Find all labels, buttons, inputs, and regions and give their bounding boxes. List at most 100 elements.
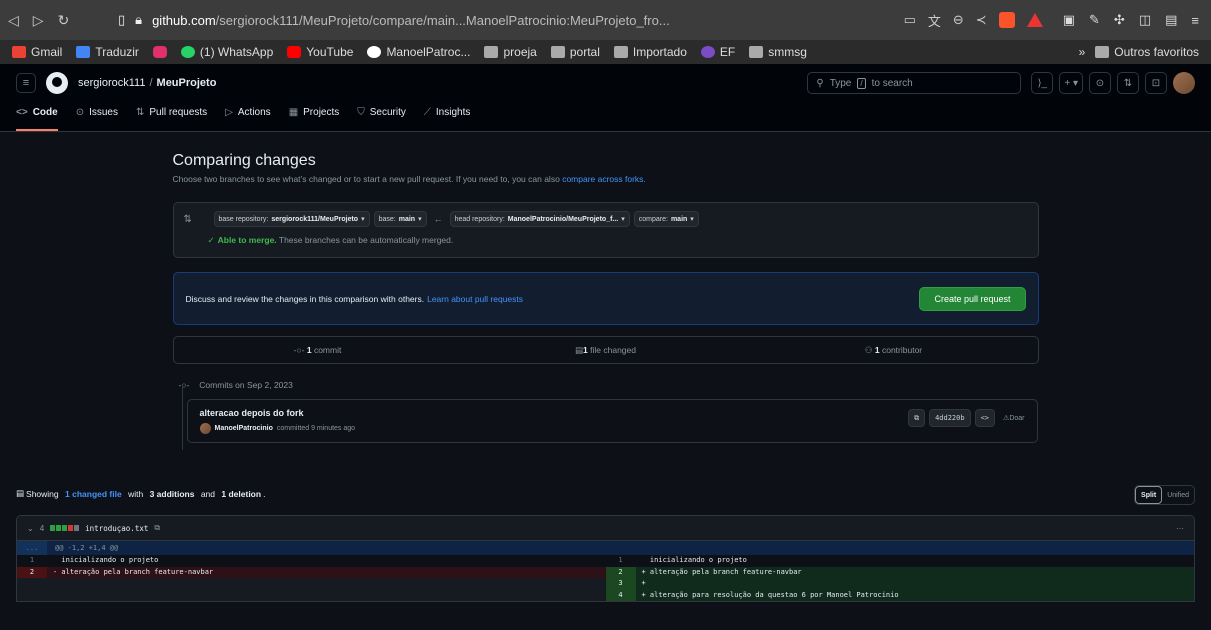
tab-pull-requests[interactable]: ⇅ Pull requests [136, 101, 207, 131]
compare-branch-select[interactable]: compare: main ▾ [633, 211, 699, 227]
doar-button[interactable]: ⚠Doar [1003, 414, 1024, 422]
tab-security[interactable]: ⛉ Security [357, 101, 406, 131]
wallet-icon[interactable]: ▤ [1165, 12, 1177, 28]
file-options-button[interactable]: ··· [1176, 524, 1184, 533]
bookmark-gmail[interactable]: Gmail [12, 45, 62, 59]
url-text[interactable]: github.com/sergiorock111/MeuProjeto/comp… [152, 13, 670, 28]
bookmark-instagram[interactable] [152, 46, 167, 58]
bookmark-whatsapp[interactable]: (1) WhatsApp [180, 45, 273, 59]
changed-files-link[interactable]: 1 changed file [65, 489, 122, 499]
line-number[interactable]: 2 [17, 566, 47, 578]
head-repository-select[interactable]: head repository: ManoelPatrocinio/MeuProj… [449, 211, 630, 227]
inbox-button[interactable]: ⊡ [1145, 72, 1167, 94]
tab-insights[interactable]: ⟋ Insights [424, 101, 470, 131]
bookmark-portal[interactable]: portal [550, 45, 600, 59]
bookmark-youtube[interactable]: YouTube [287, 45, 353, 59]
chevron-down-icon[interactable]: ⌄ [27, 524, 34, 533]
code-line: + alteração pela branch feature-navbar [641, 567, 802, 576]
address-bar[interactable]: ▯ 🔒︎ github.com/sergiorock111/MeuProjeto… [108, 6, 1053, 34]
base-branch-select[interactable]: base: main ▾ [373, 211, 427, 227]
create-new-button[interactable]: + ▾ [1059, 72, 1083, 94]
line-number[interactable]: 1 [17, 555, 47, 567]
forward-icon[interactable]: ▷ [33, 12, 44, 29]
folder-icon [484, 46, 499, 58]
commit-title-link[interactable]: alteracao depois do fork [200, 408, 1025, 418]
files-stat[interactable]: ▤1 file changed [462, 345, 750, 356]
compare-across-forks-link[interactable]: compare across forks. [562, 174, 646, 184]
line-number[interactable]: 4 [605, 589, 636, 601]
brave-rewards-icon[interactable] [1026, 13, 1043, 27]
bookmark-github[interactable]: ManoelPatroc... [367, 45, 470, 59]
reload-icon[interactable]: ↻ [58, 12, 70, 29]
learn-pull-requests-link[interactable]: Learn about pull requests [427, 294, 523, 304]
tab-label: Projects [303, 106, 340, 118]
issue-icon: ⊙ [1095, 77, 1105, 89]
cast-icon[interactable]: ▭ [904, 12, 916, 28]
line-number[interactable]: 1 [606, 555, 636, 567]
bookmarks-right: » Outros favoritos [1079, 45, 1199, 59]
repo-owner-link[interactable]: sergiorock111 [78, 77, 145, 89]
other-bookmarks[interactable]: Outros favoritos [1095, 45, 1199, 59]
unified-view-button[interactable]: Unified [1162, 486, 1194, 504]
translate-extension-icon[interactable]: ▣ [1063, 12, 1075, 28]
bookmark-importado[interactable]: Importado [613, 45, 687, 59]
bookmark-label: portal [569, 45, 600, 59]
back-icon[interactable]: ◁ [8, 12, 19, 29]
bookmark-ef[interactable]: EF [700, 45, 735, 59]
commit-sha-link[interactable]: 4dd220b [929, 409, 971, 427]
bookmark-smmsg[interactable]: smmsg [749, 45, 807, 59]
commit-time: committed 9 minutes ago [276, 425, 356, 432]
bookmark-icon[interactable]: ▯ [118, 12, 125, 28]
translate-icon[interactable]: 文 [928, 11, 941, 30]
line-number[interactable]: 3 [605, 578, 636, 590]
line-number[interactable] [17, 590, 47, 602]
pull-request-icon: ⇅ [135, 106, 145, 118]
line-number[interactable] [17, 578, 47, 590]
hunk-text: @@ -1,2 +1,4 @@ [55, 544, 119, 552]
tab-actions[interactable]: ▷ Actions [225, 101, 271, 131]
tab-issues[interactable]: ⊙ Issues [76, 101, 118, 131]
create-pull-request-button[interactable]: Create pull request [919, 286, 1026, 311]
line-number[interactable]: 2 [605, 566, 636, 578]
tab-code[interactable]: <> Code [16, 101, 58, 131]
bookmarks-overflow-button[interactable]: » [1079, 45, 1086, 59]
tab-projects[interactable]: ▦ Projects [289, 101, 340, 131]
diff-view-toggle: Split Unified [1134, 485, 1195, 505]
copy-sha-button[interactable]: ⧉ [908, 409, 926, 427]
contributors-stat[interactable]: ⚇ 1 contributor [750, 345, 1038, 356]
hamburger-menu-button[interactable]: ≡ [16, 73, 36, 93]
repo-name-link[interactable]: MeuProjeto [157, 77, 217, 89]
gmail-icon [12, 46, 26, 58]
copy-icon[interactable]: ⧉ [154, 523, 160, 533]
github-logo-icon[interactable] [46, 72, 68, 94]
browser-toolbar: ◁ ▷ ↻ ▯ 🔒︎ github.com/sergiorock111/MeuP… [0, 0, 1211, 40]
file-diff-icon: ▤ [575, 344, 584, 355]
page-subtitle: Choose two branches to see what’s change… [173, 174, 1039, 184]
command-palette-button[interactable]: ⟩_ [1031, 72, 1054, 94]
caret-down-icon: ▾ [621, 216, 625, 223]
browse-repo-button[interactable]: <> [974, 409, 996, 427]
pull-requests-button[interactable]: ⇅ [1117, 72, 1139, 94]
issues-button[interactable]: ⊙ [1089, 72, 1111, 94]
bookmark-traduzir[interactable]: Traduzir [76, 45, 139, 59]
pen-extension-icon[interactable]: ✎ [1089, 12, 1100, 28]
extensions-puzzle-icon[interactable]: ✣ [1114, 12, 1125, 28]
repo-nav: <> Code ⊙ Issues ⇅ Pull requests ▷ Actions ▦… [0, 102, 1211, 132]
bookmark-label: Gmail [31, 45, 63, 59]
diff-filename[interactable]: introduçao.txt [85, 524, 148, 533]
sidebar-icon[interactable]: ◫ [1139, 12, 1151, 28]
author-avatar[interactable] [199, 423, 211, 434]
commit-author-link[interactable]: ManoelPatrocinio [215, 425, 273, 432]
search-input[interactable]: ⚲ Type / to search [807, 72, 1022, 94]
bookmark-proeja[interactable]: proeja [484, 45, 537, 59]
expand-button[interactable]: ... [17, 541, 47, 555]
split-view-button[interactable]: Split [1135, 486, 1163, 504]
avatar[interactable] [1173, 72, 1195, 94]
menu-icon[interactable]: ≡ [1191, 13, 1199, 28]
github-header: ≡ sergiorock111 / MeuProjeto ⚲ Type / to sea… [0, 64, 1211, 102]
share-icon[interactable]: ≺ [976, 12, 987, 28]
base-repository-select[interactable]: base repository: sergiorock111/MeuProjeto… [213, 211, 370, 227]
brave-shield-icon[interactable] [998, 12, 1015, 28]
zoom-icon[interactable]: ⊖ [953, 12, 964, 28]
commits-stat[interactable]: -○- 1 commit [174, 345, 462, 355]
